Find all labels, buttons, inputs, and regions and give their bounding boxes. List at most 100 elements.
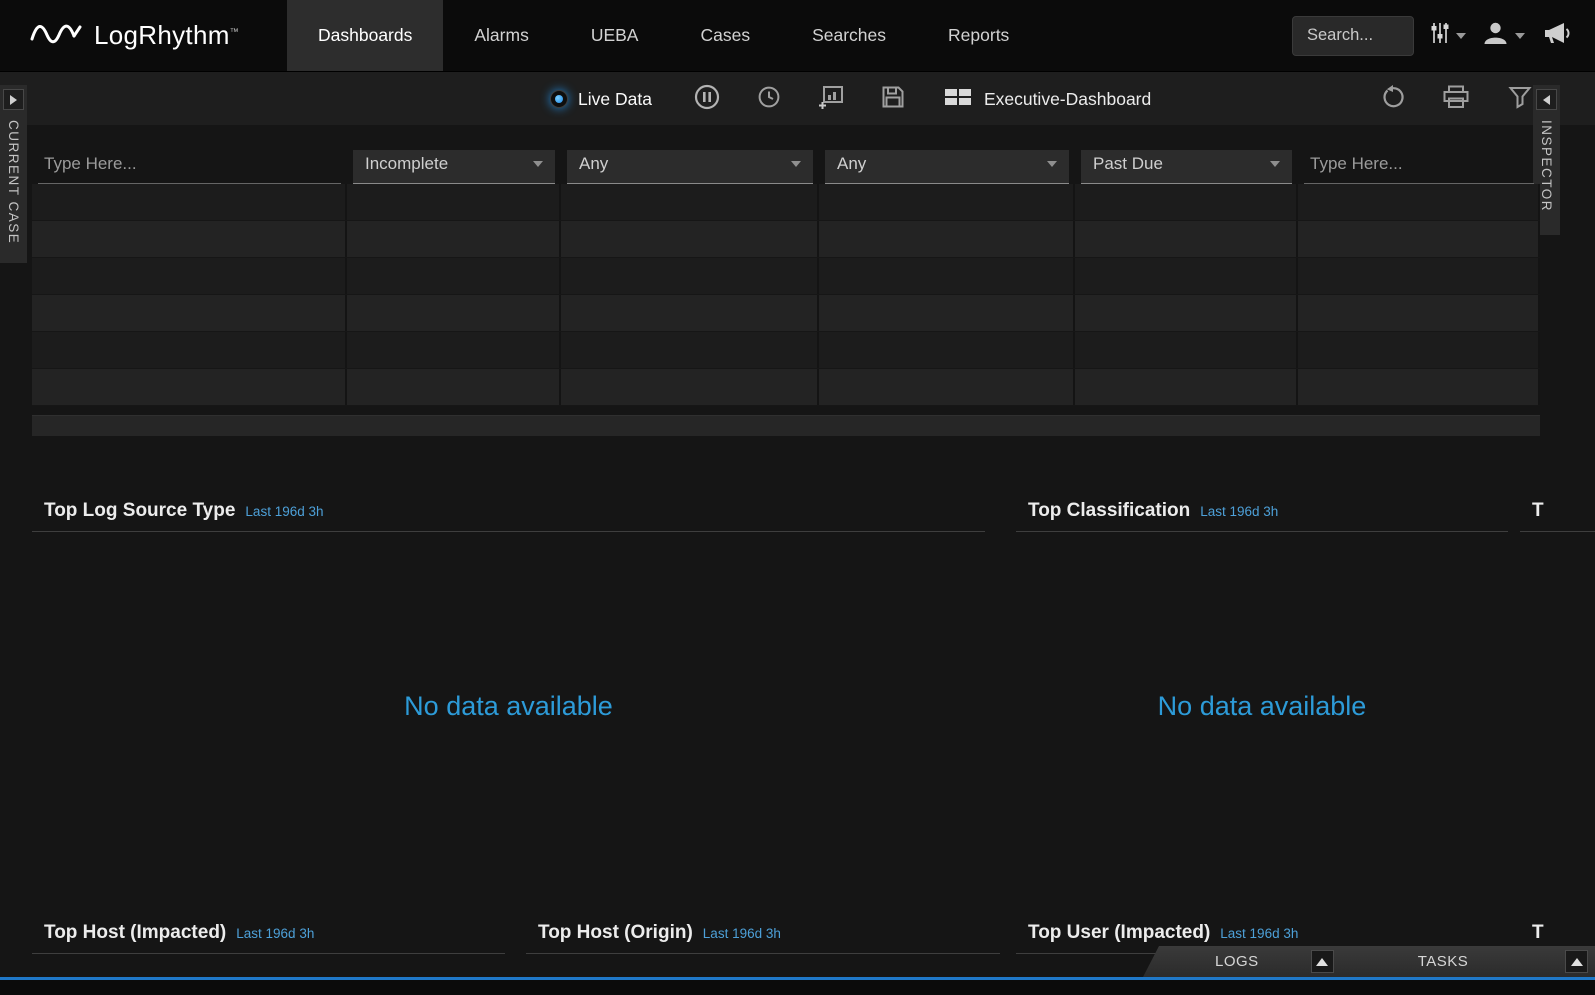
expand-logs-button[interactable]: [1311, 950, 1334, 973]
table-row: [32, 295, 1540, 332]
table-cell: [819, 369, 1075, 405]
case-filter-input-2[interactable]: [1304, 150, 1534, 184]
announcements-button[interactable]: [1541, 20, 1571, 51]
table-cell: [819, 258, 1075, 294]
table-cell: [561, 332, 819, 368]
dashboard-name: Executive-Dashboard: [984, 89, 1151, 110]
panel-title: Top Log Source Type: [44, 500, 235, 522]
megaphone-icon: [1541, 20, 1571, 51]
case-table-scrollbar[interactable]: [32, 415, 1540, 436]
toolbar-right-group: [1379, 72, 1533, 126]
pause-button[interactable]: [694, 72, 720, 126]
dashboard-picker[interactable]: Executive-Dashboard: [944, 86, 1151, 113]
table-cell: [1298, 295, 1540, 331]
case-filter-select-any-2[interactable]: Any: [825, 150, 1069, 184]
table-cell: [1298, 221, 1540, 257]
case-filter-input-1[interactable]: [38, 150, 341, 184]
pause-icon: [694, 84, 720, 115]
table-cell: [1075, 184, 1298, 220]
triangle-up-icon: [1571, 958, 1583, 966]
table-cell: [347, 295, 561, 331]
table-cell: [1075, 221, 1298, 257]
table-cell: [1298, 369, 1540, 405]
live-data-label: Live Data: [578, 89, 652, 110]
panel-title: Top Classification: [1028, 500, 1190, 522]
table-row: [32, 332, 1540, 369]
table-cell: [32, 221, 347, 257]
table-cell: [347, 332, 561, 368]
tab-searches[interactable]: Searches: [781, 0, 917, 71]
current-case-label: CURRENT CASE: [6, 120, 21, 244]
table-cell: [561, 221, 819, 257]
tab-dashboards[interactable]: Dashboards: [287, 0, 443, 71]
dashboard-toolbar: Live Data: [0, 71, 1595, 125]
filter-button[interactable]: [1507, 72, 1533, 126]
clock-icon: [758, 86, 780, 113]
panel-time-range: Last 196d 3h: [1200, 504, 1278, 519]
preferences-menu[interactable]: [1430, 21, 1466, 50]
panel-time-range: Last 196d 3h: [703, 926, 781, 941]
inspector-label: INSPECTOR: [1539, 120, 1554, 212]
panel-top-classification: Top Classification Last 196d 3h No data …: [1016, 498, 1508, 900]
table-cell: [1075, 332, 1298, 368]
triangle-right-icon: [10, 95, 17, 105]
table-cell: [1298, 332, 1540, 368]
save-layout-button[interactable]: [880, 72, 906, 126]
tab-reports[interactable]: Reports: [917, 0, 1040, 71]
table-cell: [1075, 369, 1298, 405]
expand-tasks-button[interactable]: [1565, 950, 1588, 973]
table-row: [32, 258, 1540, 295]
table-cell: [819, 295, 1075, 331]
chevron-down-icon: [1456, 33, 1466, 39]
panel-clipped-top-right: T: [1520, 498, 1595, 900]
table-row: [32, 221, 1540, 258]
user-icon: [1482, 20, 1509, 51]
table-cell: [561, 369, 819, 405]
table-row: [32, 369, 1540, 406]
tab-ueba[interactable]: UEBA: [560, 0, 670, 71]
live-data-radio[interactable]: [550, 90, 568, 108]
logo-wave-icon: [30, 18, 82, 53]
case-filter-select-any-1[interactable]: Any: [567, 150, 813, 184]
panel-time-range: Last 196d 3h: [1220, 926, 1298, 941]
table-cell: [561, 295, 819, 331]
table-cell: [347, 184, 561, 220]
tab-cases[interactable]: Cases: [669, 0, 781, 71]
table-cell: [1075, 295, 1298, 331]
primary-nav-tabs: Dashboards Alarms UEBA Cases Searches Re…: [287, 0, 1040, 71]
add-widget-button[interactable]: [818, 72, 844, 126]
printer-icon: [1443, 85, 1469, 114]
case-filter-due-select[interactable]: Past Due: [1081, 150, 1292, 184]
table-cell: [1298, 258, 1540, 294]
tab-alarms[interactable]: Alarms: [443, 0, 559, 71]
print-button[interactable]: [1443, 72, 1469, 126]
chevron-down-icon: [1047, 161, 1057, 167]
undo-icon: [1380, 85, 1404, 114]
case-table-filter-row: Incomplete Any Any Past Due: [32, 150, 1540, 184]
expand-current-case-button[interactable]: [3, 89, 24, 110]
bottom-edge: [0, 980, 1595, 995]
case-filter-status-select[interactable]: Incomplete: [353, 150, 555, 184]
nav-right-controls: Search...: [1292, 0, 1595, 71]
reset-button[interactable]: [1379, 72, 1405, 126]
chevron-down-icon: [533, 161, 543, 167]
panel-time-range: Last 196d 3h: [245, 504, 323, 519]
table-cell: [561, 184, 819, 220]
chevron-down-icon: [1515, 33, 1525, 39]
panel-title: T: [1532, 500, 1544, 522]
dashboard-grid-icon: [944, 86, 972, 113]
triangle-up-icon: [1316, 958, 1328, 966]
logrhythm-logo: LogRhythm™: [0, 0, 287, 71]
expand-inspector-button[interactable]: [1536, 89, 1557, 110]
user-menu[interactable]: [1482, 20, 1525, 51]
time-range-button[interactable]: [756, 72, 782, 126]
table-cell: [32, 258, 347, 294]
search-button[interactable]: Search...: [1292, 16, 1414, 56]
tasks-label: TASKS: [1418, 953, 1469, 970]
triangle-left-icon: [1543, 95, 1550, 105]
top-nav-bar: LogRhythm™ Dashboards Alarms UEBA Cases …: [0, 0, 1595, 71]
chevron-down-icon: [791, 161, 801, 167]
current-case-panel-tab[interactable]: CURRENT CASE: [0, 85, 27, 263]
case-table-rows: [32, 184, 1540, 411]
table-cell: [347, 221, 561, 257]
